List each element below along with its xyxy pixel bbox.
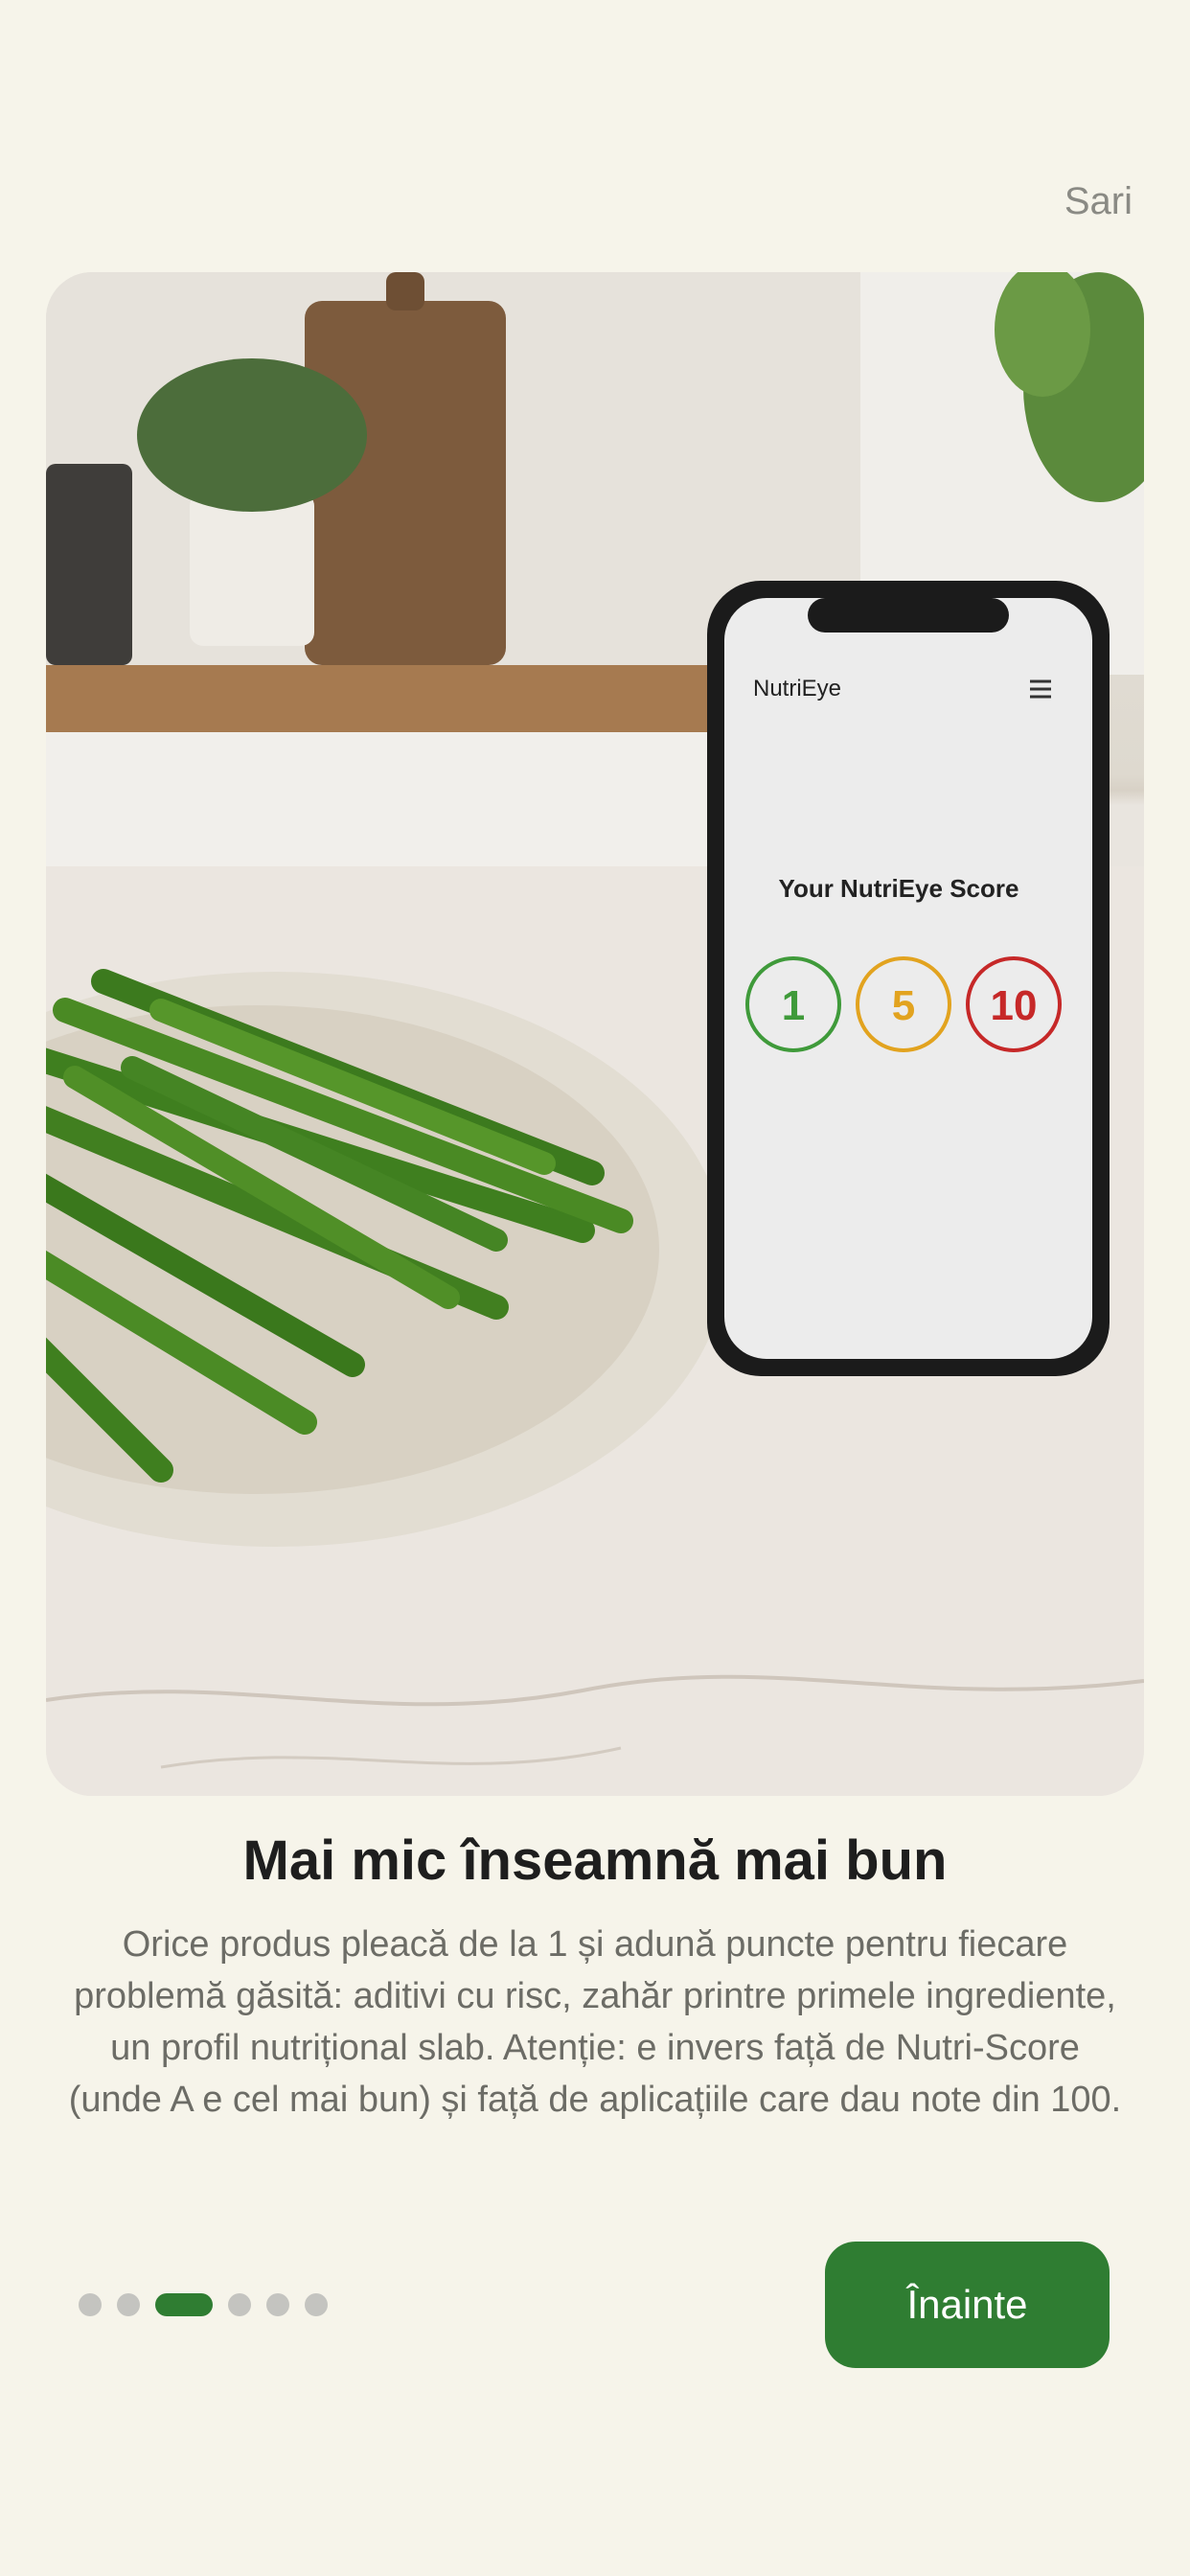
phone-app-name: NutriEye: [753, 676, 841, 702]
pagination-dot[interactable]: [117, 2293, 140, 2316]
skip-button[interactable]: Sari: [1064, 180, 1133, 223]
pagination-dot[interactable]: [79, 2293, 102, 2316]
hero-image: NutriEye Your NutriEye Score 1 5 10: [46, 272, 1144, 1796]
phone-score-title: Your NutriEye Score: [779, 874, 1019, 903]
next-button[interactable]: Înainte: [825, 2242, 1110, 2368]
score-value: 1: [782, 982, 805, 1029]
page-description: Orice produs pleacă de la 1 și adună pun…: [68, 1924, 1122, 2120]
pagination-dots: [79, 2292, 328, 2317]
score-value: 10: [991, 982, 1038, 1029]
pagination-dot[interactable]: [228, 2293, 251, 2316]
score-value: 5: [892, 982, 915, 1029]
pagination-dot[interactable]: [305, 2293, 328, 2316]
page-title: Mai mic înseamnă mai bun: [242, 1829, 948, 1892]
pagination-dot[interactable]: [155, 2293, 213, 2316]
pagination-dot[interactable]: [266, 2293, 289, 2316]
